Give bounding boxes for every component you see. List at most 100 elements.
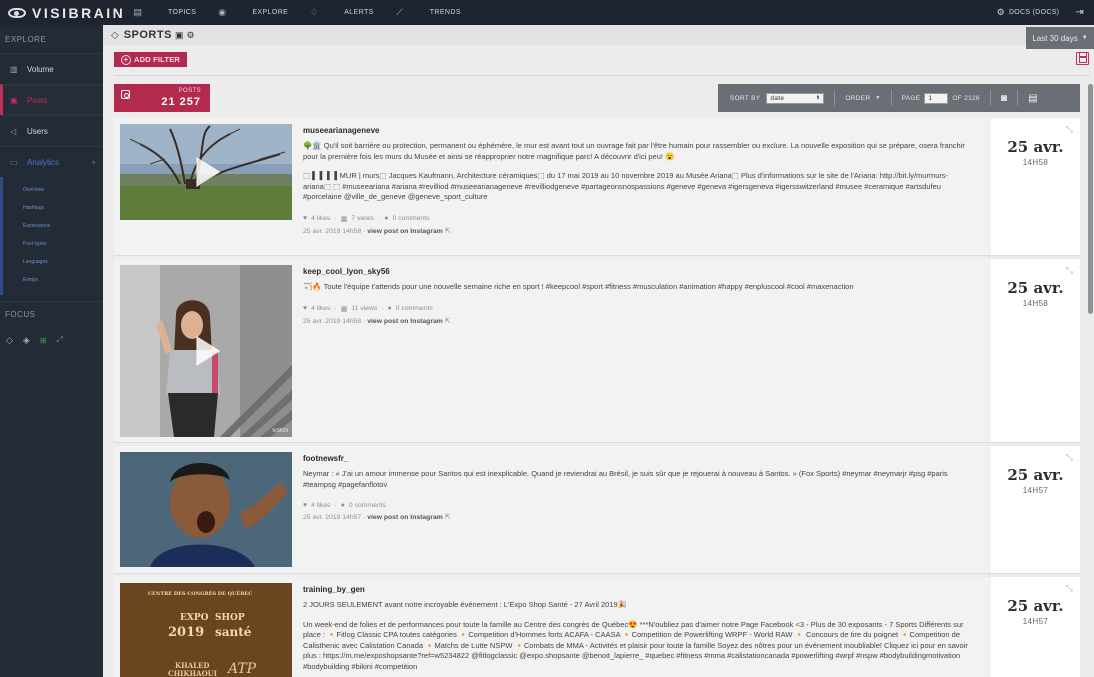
view-post-link[interactable]: view post on Instagram — [367, 318, 443, 325]
external-link-icon[interactable]: ⇱ — [445, 514, 451, 521]
expand-icon[interactable]: ⤡ — [1066, 124, 1073, 135]
app-logo[interactable]: VISIBRAIN — [0, 5, 132, 21]
post-body: keep_cool_lyon_sky56 🏹🔥 Toute l'équipe t… — [303, 267, 968, 325]
poster-venue: CENTRE DES CONGRÈS DE QUÉBEC — [148, 591, 253, 597]
image-icon: ▣ — [10, 95, 18, 105]
expand-icon[interactable]: ⤡ — [1066, 265, 1073, 276]
external-link-icon[interactable]: ⇱ — [445, 318, 451, 325]
play-icon[interactable] — [196, 157, 221, 187]
post-stats: ♥ 4 likes · ▦ 7 views · ● 0 comments — [303, 215, 968, 223]
post-text: 🌳🏛️ Qu'il soit barrière ou protection, p… — [303, 141, 965, 161]
subnav-item-expressions[interactable]: Expressions — [3, 217, 103, 235]
play-icon[interactable] — [196, 336, 221, 366]
posts-counter: POSTS 21 257 — [114, 84, 210, 112]
subnav-item-hashtags[interactable]: Hashtags — [3, 199, 103, 217]
post-thumbnail[interactable]: InShOt — [120, 265, 292, 437]
nav-explore[interactable]: ◉ EXPLORE — [216, 0, 288, 25]
likes-count: 4 likes — [311, 215, 331, 222]
view-post-link[interactable]: view post on Instagram — [367, 228, 443, 235]
view-post-link[interactable]: view post on Instagram — [367, 514, 443, 521]
sidebar-item-users[interactable]: ◁ Users — [0, 115, 103, 146]
top-nav: ▤ TOPICS ◉ EXPLORE ♢ ALERTS ⟋ TRENDS — [132, 0, 481, 25]
page-input[interactable]: 1 — [924, 92, 949, 104]
stats-separator: · — [334, 502, 337, 509]
poster-year: 2019 — [168, 625, 205, 640]
post-username[interactable]: museearianageneve — [303, 126, 968, 135]
eye-logo-icon — [8, 7, 26, 18]
sidebar-item-label: Analytics — [27, 157, 60, 167]
period-label: Last 30 days — [1032, 33, 1078, 43]
sidebar-item-posts[interactable]: ▣ Posts — [0, 84, 103, 115]
tag-icon: ◇ — [111, 29, 119, 41]
nav-alerts[interactable]: ♢ ALERTS — [308, 0, 374, 25]
expand-icon[interactable]: ⤡ — [1066, 583, 1073, 594]
likes-count: 4 likes — [311, 502, 331, 509]
post-card: museearianageneve 🌳🏛️ Qu'il soit barrièr… — [114, 118, 1080, 256]
sidebar-section-focus: FOCUS — [0, 301, 103, 327]
page-label: PAGE — [901, 94, 921, 102]
post-username[interactable]: training_by_gen — [303, 585, 968, 594]
line-chart-icon: ⟋ — [396, 7, 404, 17]
post-timestamp: 25 avr. 2019 14h58 — [303, 227, 362, 235]
post-username[interactable]: footnewsfr_ — [303, 454, 968, 463]
heart-icon: ♥ — [303, 305, 308, 312]
logout-icon[interactable]: ⇥ — [1075, 7, 1084, 18]
subnav-item-emojis[interactable]: Emojis — [3, 271, 103, 289]
expand-icon[interactable]: ⤢ — [57, 335, 63, 345]
sidebar-item-analytics[interactable]: ▭ Analytics + — [0, 146, 103, 177]
post-username[interactable]: keep_cool_lyon_sky56 — [303, 267, 968, 276]
order-dropdown[interactable]: ORDER ▼ — [845, 95, 880, 102]
film-icon: ▦ — [340, 215, 348, 223]
sidebar-item-label: Volume — [27, 64, 54, 74]
user-menu[interactable]: ⚙ DOCS (DOCS) ⇥ — [997, 0, 1084, 25]
sort-by-select[interactable]: date ⬍ — [766, 92, 825, 104]
diamond-icon[interactable]: ◇ — [6, 335, 13, 346]
stats-separator: · — [377, 215, 381, 222]
gear-icon[interactable]: ⚙ — [186, 30, 194, 41]
save-icon[interactable] — [1076, 52, 1089, 65]
post-card: footnewsfr_ Neymar : « J'ai un amour imm… — [114, 446, 1080, 574]
camera-icon[interactable]: ◙ — [1001, 93, 1007, 104]
post-stats: ♥ 4 likes · ● 0 comments — [303, 502, 968, 509]
page-title: SPORTS — [123, 29, 172, 41]
post-thumbnail[interactable] — [120, 124, 292, 220]
expand-icon[interactable]: ⤡ — [1066, 452, 1073, 463]
image-icon[interactable]: ▣ — [175, 30, 184, 41]
post-day: 25 avr. — [1007, 138, 1064, 156]
subnav-item-post-types[interactable]: Post types — [3, 235, 103, 253]
post-text: 🏹🔥 Toute l'équipe t'attends pour une nou… — [303, 282, 854, 291]
post-thumbnail[interactable] — [120, 452, 292, 567]
user-label: DOCS (DOCS) — [1008, 9, 1060, 16]
layers-icon[interactable]: ◈ — [23, 335, 30, 346]
post-body: museearianageneve 🌳🏛️ Qu'il soit barrièr… — [303, 126, 968, 235]
period-dropdown[interactable]: Last 30 days ▼ — [1026, 27, 1094, 49]
analytics-subnav: Overview Hashtags Expressions Post types… — [0, 177, 103, 295]
nav-trends[interactable]: ⟋ TRENDS — [394, 0, 461, 25]
external-link-icon[interactable]: ⇱ — [445, 228, 451, 235]
add-filter-button[interactable]: + ADD FILTER — [114, 52, 187, 67]
neymar-celebration-photo — [120, 452, 292, 567]
subnav-item-overview[interactable]: Overview — [3, 181, 103, 199]
top-bar: VISIBRAIN ▤ TOPICS ◉ EXPLORE ♢ ALERTS ⟋ … — [0, 0, 1094, 25]
post-time: 14H57 — [1022, 486, 1049, 495]
comments-count: 0 comments — [392, 215, 430, 222]
posts-counter-value: 21 257 — [161, 96, 201, 108]
nav-topics[interactable]: ▤ TOPICS — [132, 0, 196, 25]
post-text: 2 JOURS SEULEMENT avant notre incroyable… — [303, 600, 627, 609]
heart-icon: ♥ — [303, 502, 308, 509]
bell-icon: ♢ — [309, 7, 319, 17]
post-thumbnail[interactable]: CENTRE DES CONGRÈS DE QUÉBEC EXPO SHOP 2… — [120, 583, 292, 677]
post-text: ⬚ ▌ ▌ ▌ ▌MUR | murs⬚ Jacques Kaufmann, A… — [303, 171, 949, 201]
post-stats: ♥ 4 likes · ▦ 11 views · ● 0 comments — [303, 305, 968, 313]
bar-chart-icon: ▥ — [10, 64, 18, 74]
collapse-icon[interactable]: ⊞ — [40, 336, 47, 345]
nav-trends-label: TRENDS — [429, 9, 461, 16]
subnav-item-languages[interactable]: Languages — [3, 253, 103, 271]
expand-plus-icon[interactable]: + — [91, 158, 96, 167]
sidebar-item-volume[interactable]: ▥ Volume — [0, 53, 103, 84]
post-meta: 25 avr. 2019 14h58 · view post on Instag… — [303, 227, 451, 235]
export-document-icon[interactable]: ▤ — [1028, 93, 1038, 104]
divider — [114, 75, 1090, 76]
toolbar-separator — [1017, 90, 1019, 106]
scrollbar[interactable] — [1088, 84, 1093, 314]
